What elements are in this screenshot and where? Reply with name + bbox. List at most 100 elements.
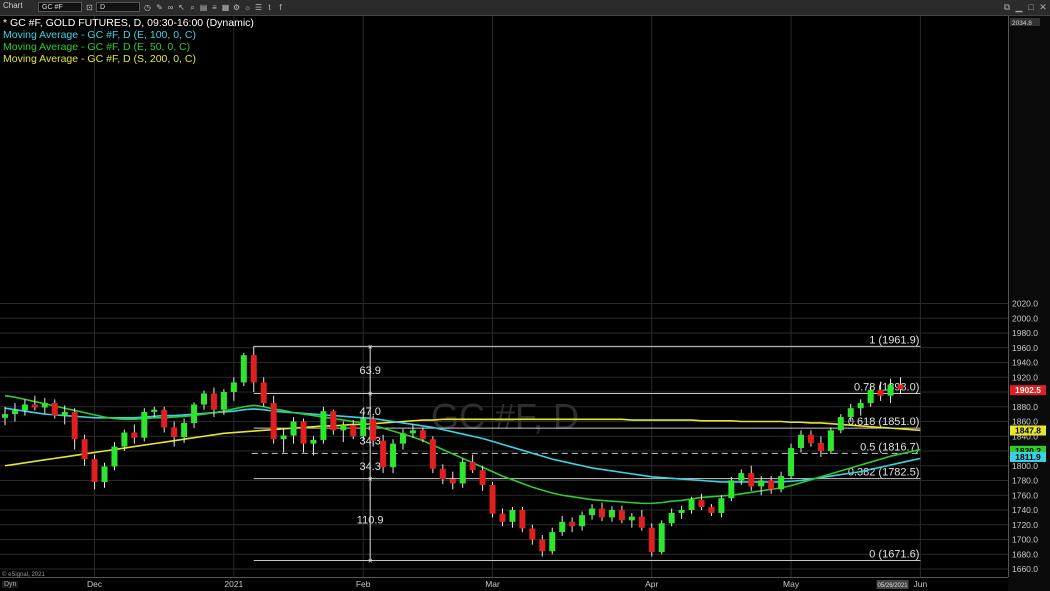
price-chart[interactable]: 1660.0 1680.0 1700.0 1720.0 1740.0 1760.0 1780… [0,16,1050,591]
fib-segment-label: 110.9 [357,515,384,527]
chart-legend: * GC #F, GOLD FUTURES, D, 09:30-16:00 (D… [3,17,254,65]
candle-up [857,403,864,409]
candle-down [817,442,824,451]
price-tag: 1847.8 [1015,425,1041,435]
candle-down [81,439,88,460]
candle-down [807,434,814,443]
y-tick-label: 2000.0 [1012,313,1038,323]
candle-up [41,403,48,408]
candle-down [380,440,387,468]
link-icon[interactable]: ∞ [166,3,175,12]
candle-up [360,418,367,437]
candle-down [171,427,178,437]
zoom-icon[interactable]: ⌕ [188,3,197,12]
candle-up [121,432,128,447]
y-tick-label: 2020.0 [1012,299,1038,309]
y-tick-label: 1800.0 [1012,461,1038,471]
symbol-link-icon[interactable]: ⊡ [85,3,94,12]
candle-up [549,532,556,552]
link-window-icon[interactable]: ⧉ [1002,2,1012,12]
candle-up [409,430,416,434]
dynamic-mode-label[interactable]: Dyn [2,581,19,588]
fib-segment-label: 47.0 [359,406,380,418]
candle-up [141,411,148,438]
candle-down [698,499,705,508]
candle-up [320,411,327,440]
candle-up [240,355,247,383]
maximize-icon[interactable]: □ [1026,2,1036,12]
fib-marker: × [368,342,373,351]
candle-up [201,393,207,405]
legend-ma100: Moving Average - GC #F, D (E, 100, 0, C) [3,29,196,41]
candle-down [618,510,625,521]
chart-window-label: Chart [3,1,23,10]
candle-up [21,404,28,411]
candle-down [270,403,277,440]
candle-up [867,389,874,404]
watermark: GC #F, D [431,396,579,437]
candle-down [429,439,436,469]
legend-ma200: Moving Average - GC #F, D (S, 200, 0, C) [3,53,196,65]
x-tick-label: Jun [914,579,928,589]
y-tick-label: 1740.0 [1012,505,1038,515]
legend-ma50: Moving Average - GC #F, D (E, 50, 0, C) [3,41,191,53]
candle-up [310,439,317,444]
cursor-icon[interactable]: ↖ [177,3,186,12]
settings-icon[interactable]: ☼ [243,3,252,12]
y-top-label: 2034.8 [1012,20,1032,27]
plot-area [0,16,1008,577]
template-icon[interactable]: ▤ [199,3,208,12]
tools-icon[interactable]: ⚙ [232,3,241,12]
fib-marker: × [368,475,373,484]
candle-down [748,473,755,487]
candle-down [469,462,476,471]
fib-level-label: 0 (1671.6) [869,548,919,560]
x-tick-label: May [783,579,800,589]
y-tick-label: 1700.0 [1012,535,1038,545]
candle-up [290,421,297,436]
y-tick-label: 1980.0 [1012,328,1038,338]
symbol-input[interactable]: GC #F [38,2,82,12]
fib-segment-label: 63.9 [359,365,380,377]
layout-icon[interactable]: ▦ [221,3,230,12]
close-icon[interactable]: ✕ [1038,2,1048,12]
y-tick-label: 1720.0 [1012,520,1038,530]
facebook-icon[interactable]: f [276,3,285,12]
menu-icon[interactable]: ☰ [254,3,263,12]
candle-down [260,382,267,404]
candle-down [768,480,775,490]
candle-up [61,411,68,416]
properties-icon[interactable]: ≡ [210,3,219,12]
candle-up [280,435,287,440]
candle-up [390,443,397,468]
twitter-icon[interactable]: t [265,3,274,12]
candle-up [101,466,108,482]
candle-up [459,462,466,484]
candle-down [51,403,58,416]
clock-icon[interactable]: ◷ [143,3,152,12]
candle-up [230,382,237,392]
chart-toolbar: Chart GC #F ⊡ D ◷ ✎ ∞ ↖ ⌕ ▤ ≡ ▦ ⚙ ☼ ☰ t … [0,0,1050,16]
x-tick-label: Feb [356,579,371,589]
candle-up [718,498,725,513]
candle-down [131,432,138,438]
y-tick-label: 1760.0 [1012,490,1038,500]
candle-down [250,355,257,383]
candle-down [708,507,715,513]
interval-input[interactable]: D [96,2,140,12]
candle-up [579,515,586,527]
y-tick-label: 1920.0 [1012,372,1038,382]
candle-up [559,521,566,533]
candle-up [738,473,745,481]
candle-up [220,392,227,410]
minimize-icon[interactable]: ▁ [1014,2,1024,12]
candle-down [71,411,78,440]
candle-up [827,430,834,451]
candle-down [489,484,496,514]
candle-down [91,459,98,482]
candle-down [370,418,377,441]
candle-up [728,480,735,499]
candle-down [419,430,426,440]
candle-down [31,404,38,408]
draw-pencil-icon[interactable]: ✎ [155,3,164,12]
